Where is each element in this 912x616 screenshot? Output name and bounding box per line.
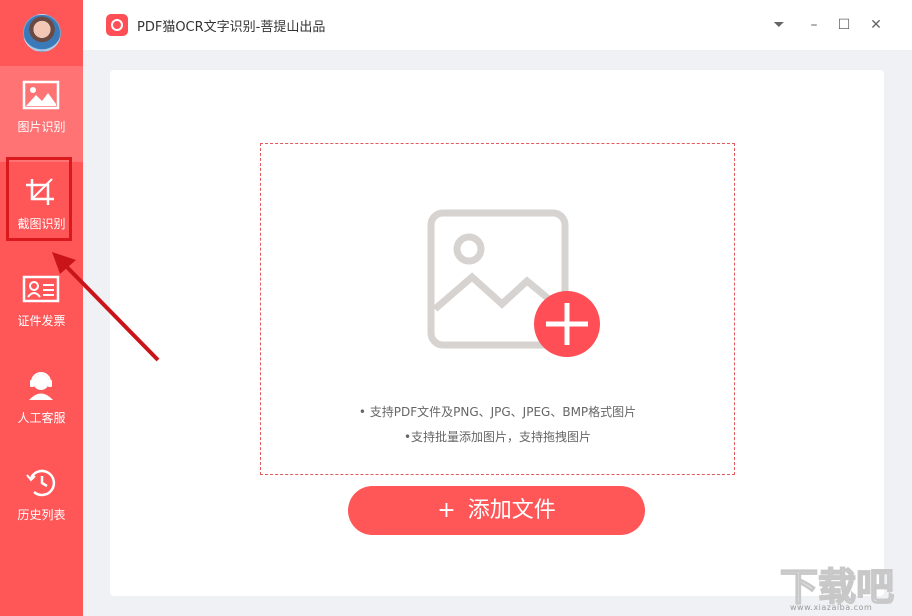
plus-icon: + <box>437 498 456 523</box>
sidebar-item-label: 人工客服 <box>17 411 66 425</box>
file-dropzone[interactable]: • 支持PDF文件及PNG、JPG、JPEG、BMP格式图片 •支持批量添加图片… <box>260 143 735 475</box>
add-file-button[interactable]: + 添加文件 <box>348 486 645 535</box>
app-logo-icon <box>106 14 128 36</box>
dropzone-hint-formats: • 支持PDF文件及PNG、JPG、JPEG、BMP格式图片 <box>358 405 637 419</box>
avatar[interactable] <box>23 14 61 52</box>
sidebar-item-label: 历史列表 <box>17 508 66 522</box>
close-button[interactable]: ✕ <box>866 15 886 35</box>
watermark-url: www.xiazaiba.com <box>790 603 873 612</box>
annotation-arrow-icon <box>52 252 160 362</box>
sidebar-item-image-recognition[interactable]: 图片识别 <box>0 66 83 162</box>
minimize-button[interactable]: – <box>804 15 824 35</box>
main-panel: • 支持PDF文件及PNG、JPG、JPEG、BMP格式图片 •支持批量添加图片… <box>110 70 884 596</box>
history-icon <box>26 469 56 497</box>
maximize-button[interactable]: ☐ <box>834 15 854 35</box>
menu-dropdown-button[interactable]: ⏷ <box>769 15 789 35</box>
add-image-icon <box>427 209 600 357</box>
annotation-highlight-box <box>6 157 72 241</box>
sidebar-item-history[interactable]: 历史列表 <box>0 454 83 550</box>
sidebar-item-label: 图片识别 <box>17 120 66 134</box>
customer-service-icon <box>29 372 53 400</box>
app-title: PDF猫OCR文字识别-菩提山出品 <box>137 20 326 35</box>
dropzone-hint-batch: •支持批量添加图片，支持拖拽图片 <box>403 430 592 444</box>
add-file-label: 添加文件 <box>467 498 556 523</box>
sidebar-item-customer-service[interactable]: 人工客服 <box>0 357 83 453</box>
title-bar: PDF猫OCR文字识别-菩提山出品 ⏷ – ☐ ✕ <box>83 0 912 50</box>
image-icon <box>22 80 60 110</box>
